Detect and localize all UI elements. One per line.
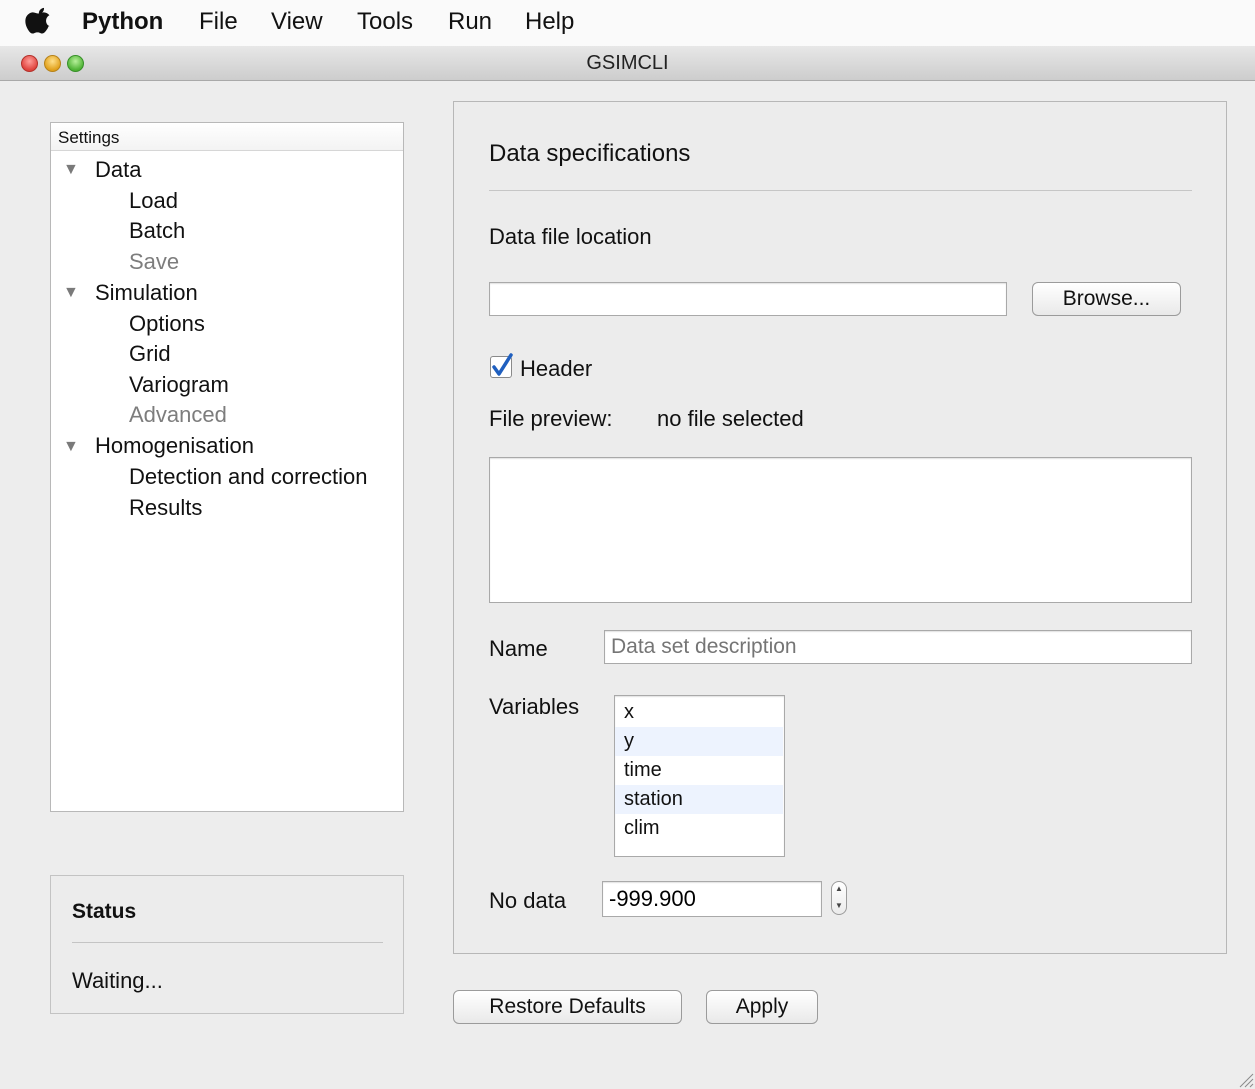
- disclosure-triangle-icon[interactable]: ▼: [63, 438, 79, 456]
- tree-item-detection-and-correction[interactable]: Detection and correction: [129, 464, 367, 490]
- disclosure-triangle-icon[interactable]: ▼: [63, 161, 79, 179]
- no-data-input[interactable]: [602, 881, 822, 917]
- variables-list[interactable]: x y time station clim: [614, 695, 785, 857]
- name-label: Name: [489, 636, 548, 661]
- menu-python[interactable]: Python: [82, 8, 163, 36]
- menu-tools[interactable]: Tools: [357, 8, 413, 36]
- no-data-label: No data: [489, 888, 567, 913]
- apple-icon[interactable]: [24, 6, 50, 34]
- name-input[interactable]: [604, 630, 1192, 664]
- tree-item-results[interactable]: Results: [129, 495, 202, 521]
- header-checkbox[interactable]: [490, 353, 513, 378]
- file-preview-area[interactable]: [489, 457, 1192, 603]
- window-title: GSIMCLI: [586, 52, 669, 74]
- tree-item-data[interactable]: Data: [95, 157, 141, 183]
- status-panel: Status Waiting...: [50, 875, 404, 1014]
- tree-item-variogram[interactable]: Variogram: [129, 372, 229, 398]
- section-title: Data specifications: [489, 140, 691, 167]
- disclosure-triangle-icon[interactable]: ▼: [63, 284, 79, 302]
- variable-item[interactable]: clim: [615, 814, 783, 843]
- checkmark-icon: [492, 353, 513, 376]
- status-title: Status: [72, 900, 137, 923]
- divider: [72, 942, 383, 943]
- window-titlebar: GSIMCLI: [0, 46, 1255, 81]
- file-preview-label: File preview:: [489, 406, 613, 431]
- menu-help[interactable]: Help: [525, 8, 574, 36]
- tree-item-options[interactable]: Options: [129, 311, 205, 337]
- menu-bar: Python File View Tools Run Help: [0, 0, 1255, 46]
- tree-item-advanced[interactable]: Advanced: [129, 402, 227, 428]
- variables-label: Variables: [489, 694, 580, 719]
- chevron-up-icon[interactable]: ▲: [835, 884, 843, 893]
- data-file-path-input[interactable]: [489, 282, 1007, 316]
- tree-header-label: Settings: [58, 128, 120, 147]
- variable-item[interactable]: x: [615, 698, 783, 727]
- resize-grip-icon[interactable]: [1236, 1070, 1254, 1088]
- divider: [489, 190, 1192, 191]
- variable-item[interactable]: station: [615, 785, 783, 814]
- menu-run[interactable]: Run: [448, 8, 492, 36]
- variable-item[interactable]: time: [615, 756, 783, 785]
- tree-item-homogenisation[interactable]: Homogenisation: [95, 433, 254, 459]
- data-specifications-panel: Data specifications Data file location B…: [453, 101, 1227, 954]
- variable-item[interactable]: y: [615, 727, 783, 756]
- tree-item-save[interactable]: Save: [129, 249, 179, 275]
- tree-item-load[interactable]: Load: [129, 188, 178, 214]
- tree-header: Settings: [51, 123, 403, 151]
- data-file-location-label: Data file location: [489, 224, 652, 249]
- header-label: Header: [520, 356, 593, 381]
- no-data-stepper[interactable]: ▲ ▼: [831, 881, 847, 915]
- settings-tree[interactable]: Settings ▼ Data Load Batch Save ▼ Simula…: [50, 122, 404, 812]
- menu-file[interactable]: File: [199, 8, 238, 36]
- apply-button[interactable]: Apply: [706, 990, 818, 1024]
- tree-item-grid[interactable]: Grid: [129, 341, 171, 367]
- restore-defaults-button[interactable]: Restore Defaults: [453, 990, 682, 1024]
- chevron-down-icon[interactable]: ▼: [835, 901, 843, 910]
- menu-view[interactable]: View: [271, 8, 323, 36]
- status-message: Waiting...: [72, 968, 163, 993]
- tree-item-simulation[interactable]: Simulation: [95, 280, 198, 306]
- file-preview-value: no file selected: [657, 406, 804, 431]
- browse-button[interactable]: Browse...: [1032, 282, 1181, 316]
- tree-item-batch[interactable]: Batch: [129, 218, 185, 244]
